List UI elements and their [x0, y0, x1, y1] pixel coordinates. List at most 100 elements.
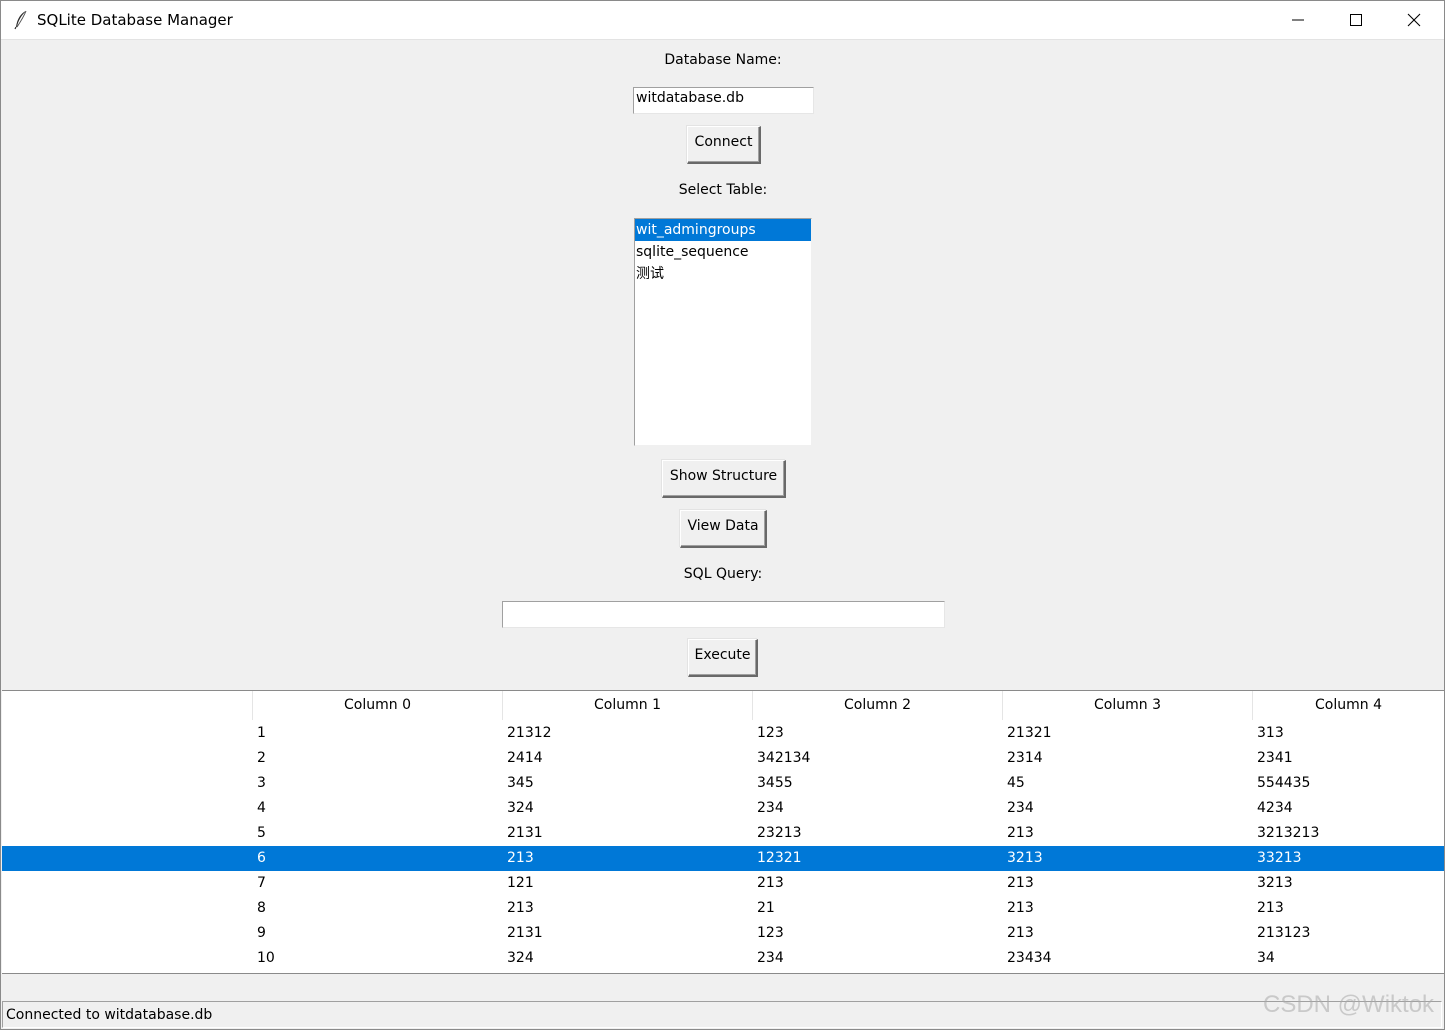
column-header[interactable]: Column 2	[752, 691, 1002, 720]
table-cell: 234	[1007, 800, 1034, 816]
table-cell	[2, 771, 7, 796]
table-cell: 6	[257, 850, 266, 866]
table-cell: 213	[1007, 825, 1034, 841]
table-row[interactable]: 6 213 12321 3213 33213	[2, 846, 1444, 871]
close-icon	[1407, 13, 1421, 27]
table-cell: 2414	[507, 750, 543, 766]
table-cell	[2, 921, 7, 946]
table-list-item[interactable]: sqlite_sequence	[635, 241, 811, 263]
table-row[interactable]: 1 21312 123 21321 313	[2, 721, 1444, 746]
table-cell: 2314	[1007, 750, 1043, 766]
table-cell	[2, 721, 7, 746]
table-cell	[2, 846, 7, 871]
table-cell	[2, 746, 7, 771]
table-cell: 234	[757, 800, 784, 816]
table-cell: 123	[757, 925, 784, 941]
table-cell: 213	[1257, 900, 1284, 916]
table-cell: 12321	[757, 850, 802, 866]
window-title: SQLite Database Manager	[37, 11, 233, 29]
minimize-button[interactable]	[1269, 1, 1327, 39]
table-cell: 2341	[1257, 750, 1293, 766]
database-name-input[interactable]: witdatabase.db	[633, 87, 814, 114]
table-row[interactable]: 9 2131 123 213 213123	[2, 921, 1444, 946]
table-cell: 213123	[1257, 925, 1311, 941]
table-cell: 1	[257, 725, 266, 741]
table-row[interactable]: 3 345 3455 45 554435	[2, 771, 1444, 796]
column-header[interactable]: Column 0	[252, 691, 502, 720]
column-header[interactable]: Column 4	[1252, 691, 1444, 720]
view-data-button[interactable]: View Data	[680, 510, 767, 548]
table-cell: 213	[1007, 900, 1034, 916]
table-cell: 213	[1007, 875, 1034, 891]
select-table-label: Select Table:	[678, 182, 768, 198]
table-row[interactable]: 4 324 234 234 4234	[2, 796, 1444, 821]
table-cell: 342134	[757, 750, 811, 766]
connect-button[interactable]: Connect	[687, 126, 761, 164]
table-cell: 213	[507, 900, 534, 916]
table-cell: 21312	[507, 725, 552, 741]
show-structure-button[interactable]: Show Structure	[662, 460, 786, 498]
table-cell: 21	[757, 900, 775, 916]
table-cell: 213	[507, 850, 534, 866]
table-cell: 34	[1257, 950, 1275, 966]
title-bar[interactable]: SQLite Database Manager	[1, 1, 1444, 40]
table-cell: 45	[1007, 775, 1025, 791]
feather-icon	[13, 10, 29, 30]
sql-query-label: SQL Query:	[683, 566, 763, 582]
table-cell: 554435	[1257, 775, 1311, 791]
table-cell: 313	[1257, 725, 1284, 741]
table-cell: 3455	[757, 775, 793, 791]
table-cell: 23434	[1007, 950, 1052, 966]
table-list-item[interactable]: 测试	[635, 263, 811, 285]
close-button[interactable]	[1385, 1, 1443, 39]
maximize-icon	[1350, 14, 1362, 26]
table-row[interactable]: 5 2131 23213 213 3213213	[2, 821, 1444, 846]
execute-button[interactable]: Execute	[688, 639, 758, 677]
column-header[interactable]	[2, 691, 252, 720]
table-cell: 3	[257, 775, 266, 791]
table-row[interactable]: 8 213 21 213 213	[2, 896, 1444, 921]
table-cell: 213	[757, 875, 784, 891]
table-cell	[2, 896, 7, 921]
table-cell: 10	[257, 950, 275, 966]
table-cell: 3213213	[1257, 825, 1320, 841]
table-cell	[2, 946, 7, 971]
table-listbox[interactable]: wit_admingroups sqlite_sequence 测试	[634, 218, 812, 446]
status-bar: Connected to witdatabase.db	[2, 1001, 1442, 1028]
table-list-item[interactable]: wit_admingroups	[635, 219, 811, 241]
table-cell	[2, 821, 7, 846]
table-cell: 123	[757, 725, 784, 741]
table-cell	[2, 871, 7, 896]
results-table[interactable]: Column 0 Column 1 Column 2 Column 3 Column 4…	[2, 690, 1444, 974]
app-window: SQLite Database Manager Database Name: w…	[0, 0, 1445, 1030]
sql-query-input[interactable]	[502, 601, 945, 628]
table-cell: 234	[757, 950, 784, 966]
table-cell: 33213	[1257, 850, 1302, 866]
table-row[interactable]: 2 2414 342134 2314 2341	[2, 746, 1444, 771]
minimize-icon	[1292, 19, 1304, 21]
table-cell: 3213	[1007, 850, 1043, 866]
table-cell	[2, 796, 7, 821]
table-cell: 4234	[1257, 800, 1293, 816]
table-cell: 7	[257, 875, 266, 891]
table-cell: 2131	[507, 825, 543, 841]
table-cell: 21321	[1007, 725, 1052, 741]
table-cell: 324	[507, 800, 534, 816]
table-cell: 121	[507, 875, 534, 891]
table-body: 1 21312 123 21321 313 2 2414 342134 2314 2341 3 345…	[2, 721, 1444, 971]
table-cell: 213	[1007, 925, 1034, 941]
table-cell: 2131	[507, 925, 543, 941]
table-cell: 5	[257, 825, 266, 841]
table-cell: 9	[257, 925, 266, 941]
table-row[interactable]: 10 324 234 23434 34	[2, 946, 1444, 971]
table-cell: 345	[507, 775, 534, 791]
table-cell: 8	[257, 900, 266, 916]
table-row[interactable]: 7 121 213 213 3213	[2, 871, 1444, 896]
maximize-button[interactable]	[1327, 1, 1385, 39]
column-header[interactable]: Column 1	[502, 691, 752, 720]
table-cell: 23213	[757, 825, 802, 841]
column-header[interactable]: Column 3	[1002, 691, 1252, 720]
database-name-label: Database Name:	[664, 52, 782, 68]
table-cell: 4	[257, 800, 266, 816]
table-header: Column 0 Column 1 Column 2 Column 3 Column 4	[2, 691, 1444, 720]
